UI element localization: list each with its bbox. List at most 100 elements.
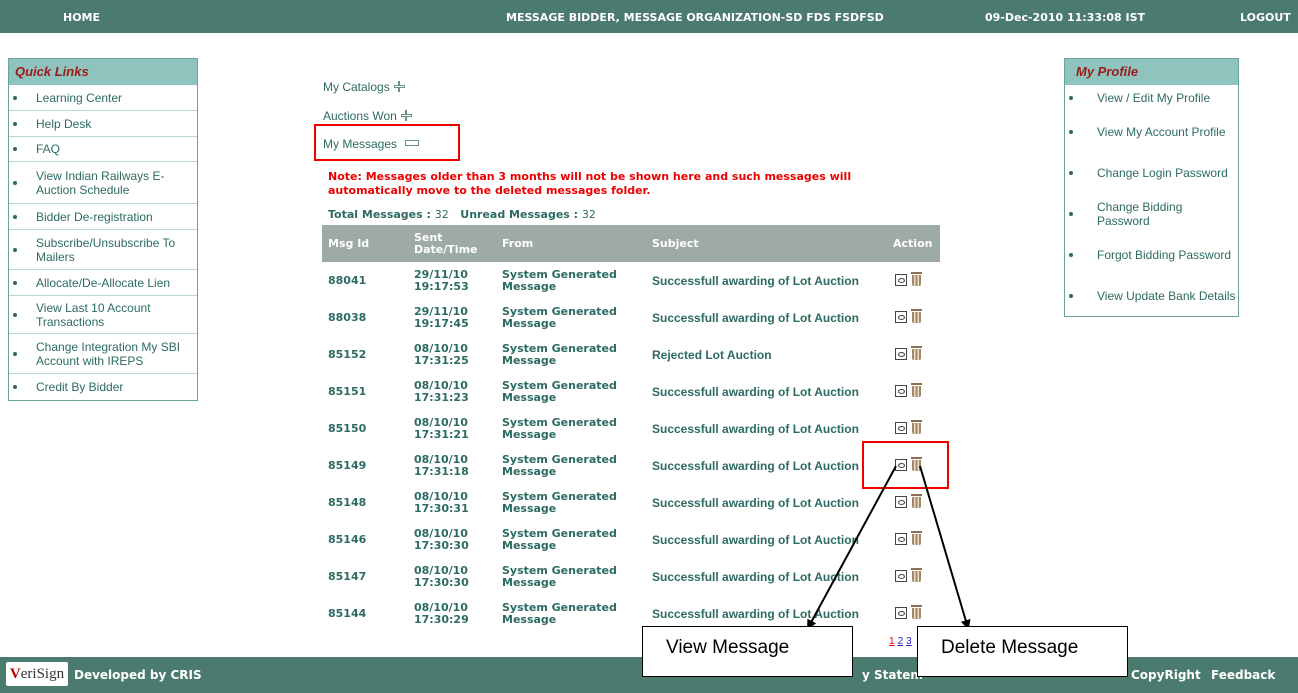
trash-icon[interactable] bbox=[911, 604, 922, 619]
view-message-icon[interactable] bbox=[895, 347, 907, 360]
sent-cell: 29/11/10 19:17:45 bbox=[408, 299, 496, 336]
view-message-icon[interactable] bbox=[895, 384, 907, 397]
subject-cell[interactable]: Successfull awarding of Lot Auction bbox=[646, 521, 887, 558]
logout-link[interactable]: LOGOUT bbox=[1240, 11, 1291, 24]
bullet-icon bbox=[13, 385, 17, 389]
expand-plus-icon[interactable] bbox=[393, 81, 405, 92]
sent-date: 08/10/10 bbox=[414, 563, 468, 577]
profile-link-item[interactable]: Change Bidding Password bbox=[1065, 193, 1238, 234]
quick-link-label: FAQ bbox=[36, 142, 61, 156]
view-message-icon[interactable] bbox=[895, 532, 907, 545]
privacy-statement-link[interactable]: y Statem bbox=[862, 668, 923, 682]
subject-cell[interactable]: Successfull awarding of Lot Auction bbox=[646, 447, 887, 484]
subject-cell[interactable]: Successfull awarding of Lot Auction bbox=[646, 262, 887, 299]
msg-id-cell: 85151 bbox=[328, 384, 367, 398]
from-cell: System Generated Message bbox=[502, 304, 617, 330]
view-message-callout: View Message bbox=[642, 626, 853, 677]
profile-link-label: View / Edit My Profile bbox=[1097, 91, 1211, 105]
quick-link-item[interactable]: Credit By Bidder bbox=[9, 374, 197, 400]
bullet-icon bbox=[13, 247, 17, 252]
view-message-icon[interactable] bbox=[895, 310, 907, 323]
msg-id-cell: 85148 bbox=[328, 495, 367, 509]
from-cell: System Generated Message bbox=[502, 267, 617, 293]
msg-id-cell: 88041 bbox=[328, 273, 367, 287]
quick-link-item[interactable]: Help Desk bbox=[9, 111, 197, 137]
quick-link-item[interactable]: View Last 10 Account Transactions bbox=[9, 296, 197, 334]
trash-icon[interactable] bbox=[911, 271, 922, 286]
bullet-icon bbox=[13, 95, 17, 100]
quick-link-item[interactable]: Learning Center bbox=[9, 85, 197, 111]
profile-link-item[interactable]: View My Account Profile bbox=[1065, 111, 1238, 152]
page-link[interactable]: 2 bbox=[898, 636, 904, 647]
quick-link-label: View Indian Railways E-Auction Schedule bbox=[36, 168, 165, 197]
view-message-icon[interactable] bbox=[895, 495, 907, 508]
sent-time: 17:31:25 bbox=[414, 353, 469, 367]
message-totals: Total Messages : 32 Unread Messages : 32 bbox=[328, 208, 596, 221]
sent-cell: 08/10/10 17:31:18 bbox=[408, 447, 496, 484]
sent-date: 08/10/10 bbox=[414, 341, 468, 355]
sent-cell: 08/10/10 17:31:21 bbox=[408, 410, 496, 447]
total-messages-value: 32 bbox=[434, 208, 449, 221]
sent-cell: 08/10/10 17:31:25 bbox=[408, 336, 496, 373]
trash-icon[interactable] bbox=[911, 382, 922, 397]
view-message-icon[interactable] bbox=[895, 273, 907, 286]
page-link[interactable]: 3 bbox=[906, 636, 912, 647]
table-row: 88041 29/11/10 19:17:53 System Generated Me… bbox=[322, 262, 940, 299]
quick-link-item[interactable]: Bidder De-registration bbox=[9, 204, 197, 230]
bullet-icon bbox=[13, 180, 17, 185]
feedback-link[interactable]: Feedback bbox=[1211, 668, 1275, 682]
action-cell bbox=[887, 336, 940, 373]
msg-id-cell: 85144 bbox=[328, 606, 367, 620]
quick-link-item[interactable]: Change Integration My SBI Account with I… bbox=[9, 334, 197, 374]
quick-link-item[interactable]: FAQ bbox=[9, 137, 197, 162]
quick-links-panel: Quick Links Learning Center Help Desk FAQ V… bbox=[8, 58, 198, 401]
profile-link-label: Change Login Password bbox=[1097, 165, 1228, 180]
from-cell: System Generated Message bbox=[502, 526, 617, 552]
subject-cell[interactable]: Successfull awarding of Lot Auction bbox=[646, 373, 887, 410]
quick-link-label: Bidder De-registration bbox=[36, 209, 153, 224]
trash-icon[interactable] bbox=[911, 419, 922, 434]
view-message-icon[interactable] bbox=[895, 421, 907, 434]
profile-link-item[interactable]: View Update Bank Details bbox=[1065, 275, 1238, 316]
subject-cell[interactable]: Successfull awarding of Lot Auction bbox=[646, 410, 887, 447]
auctions-won-toggle[interactable]: Auctions Won bbox=[323, 109, 412, 123]
trash-icon[interactable] bbox=[911, 530, 922, 545]
trash-icon[interactable] bbox=[911, 567, 922, 582]
msg-id-cell: 85150 bbox=[328, 421, 367, 435]
home-link[interactable]: HOME bbox=[63, 11, 100, 24]
action-cell bbox=[887, 262, 940, 299]
profile-link-item[interactable]: View / Edit My Profile bbox=[1065, 85, 1238, 111]
subject-cell[interactable]: Successfull awarding of Lot Auction bbox=[646, 558, 887, 595]
my-profile-title: My Profile bbox=[1065, 59, 1238, 85]
pagination: 123 bbox=[889, 636, 915, 647]
expand-plus-icon[interactable] bbox=[400, 110, 412, 121]
quick-link-label: View Last 10 Account Transactions bbox=[36, 300, 151, 329]
trash-icon[interactable] bbox=[911, 493, 922, 508]
sent-date: 08/10/10 bbox=[414, 452, 468, 466]
quick-link-item[interactable]: View Indian Railways E-Auction Schedule bbox=[9, 162, 197, 204]
quick-link-item[interactable]: Allocate/De-Allocate Lien bbox=[9, 270, 197, 296]
profile-link-item[interactable]: Forgot Bidding Password bbox=[1065, 234, 1238, 275]
trash-icon[interactable] bbox=[911, 345, 922, 360]
bullet-icon bbox=[13, 280, 17, 285]
trash-icon[interactable] bbox=[911, 308, 922, 323]
bullet-icon bbox=[13, 312, 17, 317]
page-link-current[interactable]: 1 bbox=[889, 636, 895, 647]
subject-cell[interactable]: Successfull awarding of Lot Auction bbox=[646, 299, 887, 336]
subject-cell[interactable]: Rejected Lot Auction bbox=[646, 336, 887, 373]
sent-time: 17:31:23 bbox=[414, 390, 469, 404]
view-message-icon[interactable] bbox=[895, 569, 907, 582]
quick-link-item[interactable]: Subscribe/Unsubscribe To Mailers bbox=[9, 230, 197, 270]
view-message-icon[interactable] bbox=[895, 606, 907, 619]
bullet-icon bbox=[13, 147, 17, 151]
my-catalogs-toggle[interactable]: My Catalogs bbox=[323, 80, 405, 94]
action-cell bbox=[887, 521, 940, 558]
quick-link-label: Learning Center bbox=[36, 90, 123, 105]
table-row: 85151 08/10/10 17:31:23 System Generated Me… bbox=[322, 373, 940, 410]
table-row: 85150 08/10/10 17:31:21 System Generated Me… bbox=[322, 410, 940, 447]
subject-cell[interactable]: Successfull awarding of Lot Auction bbox=[646, 484, 887, 521]
profile-link-item[interactable]: Change Login Password bbox=[1065, 152, 1238, 193]
msg-id-cell: 85146 bbox=[328, 532, 367, 546]
from-cell: System Generated Message bbox=[502, 563, 617, 589]
copyright-link[interactable]: CopyRight bbox=[1131, 668, 1201, 682]
